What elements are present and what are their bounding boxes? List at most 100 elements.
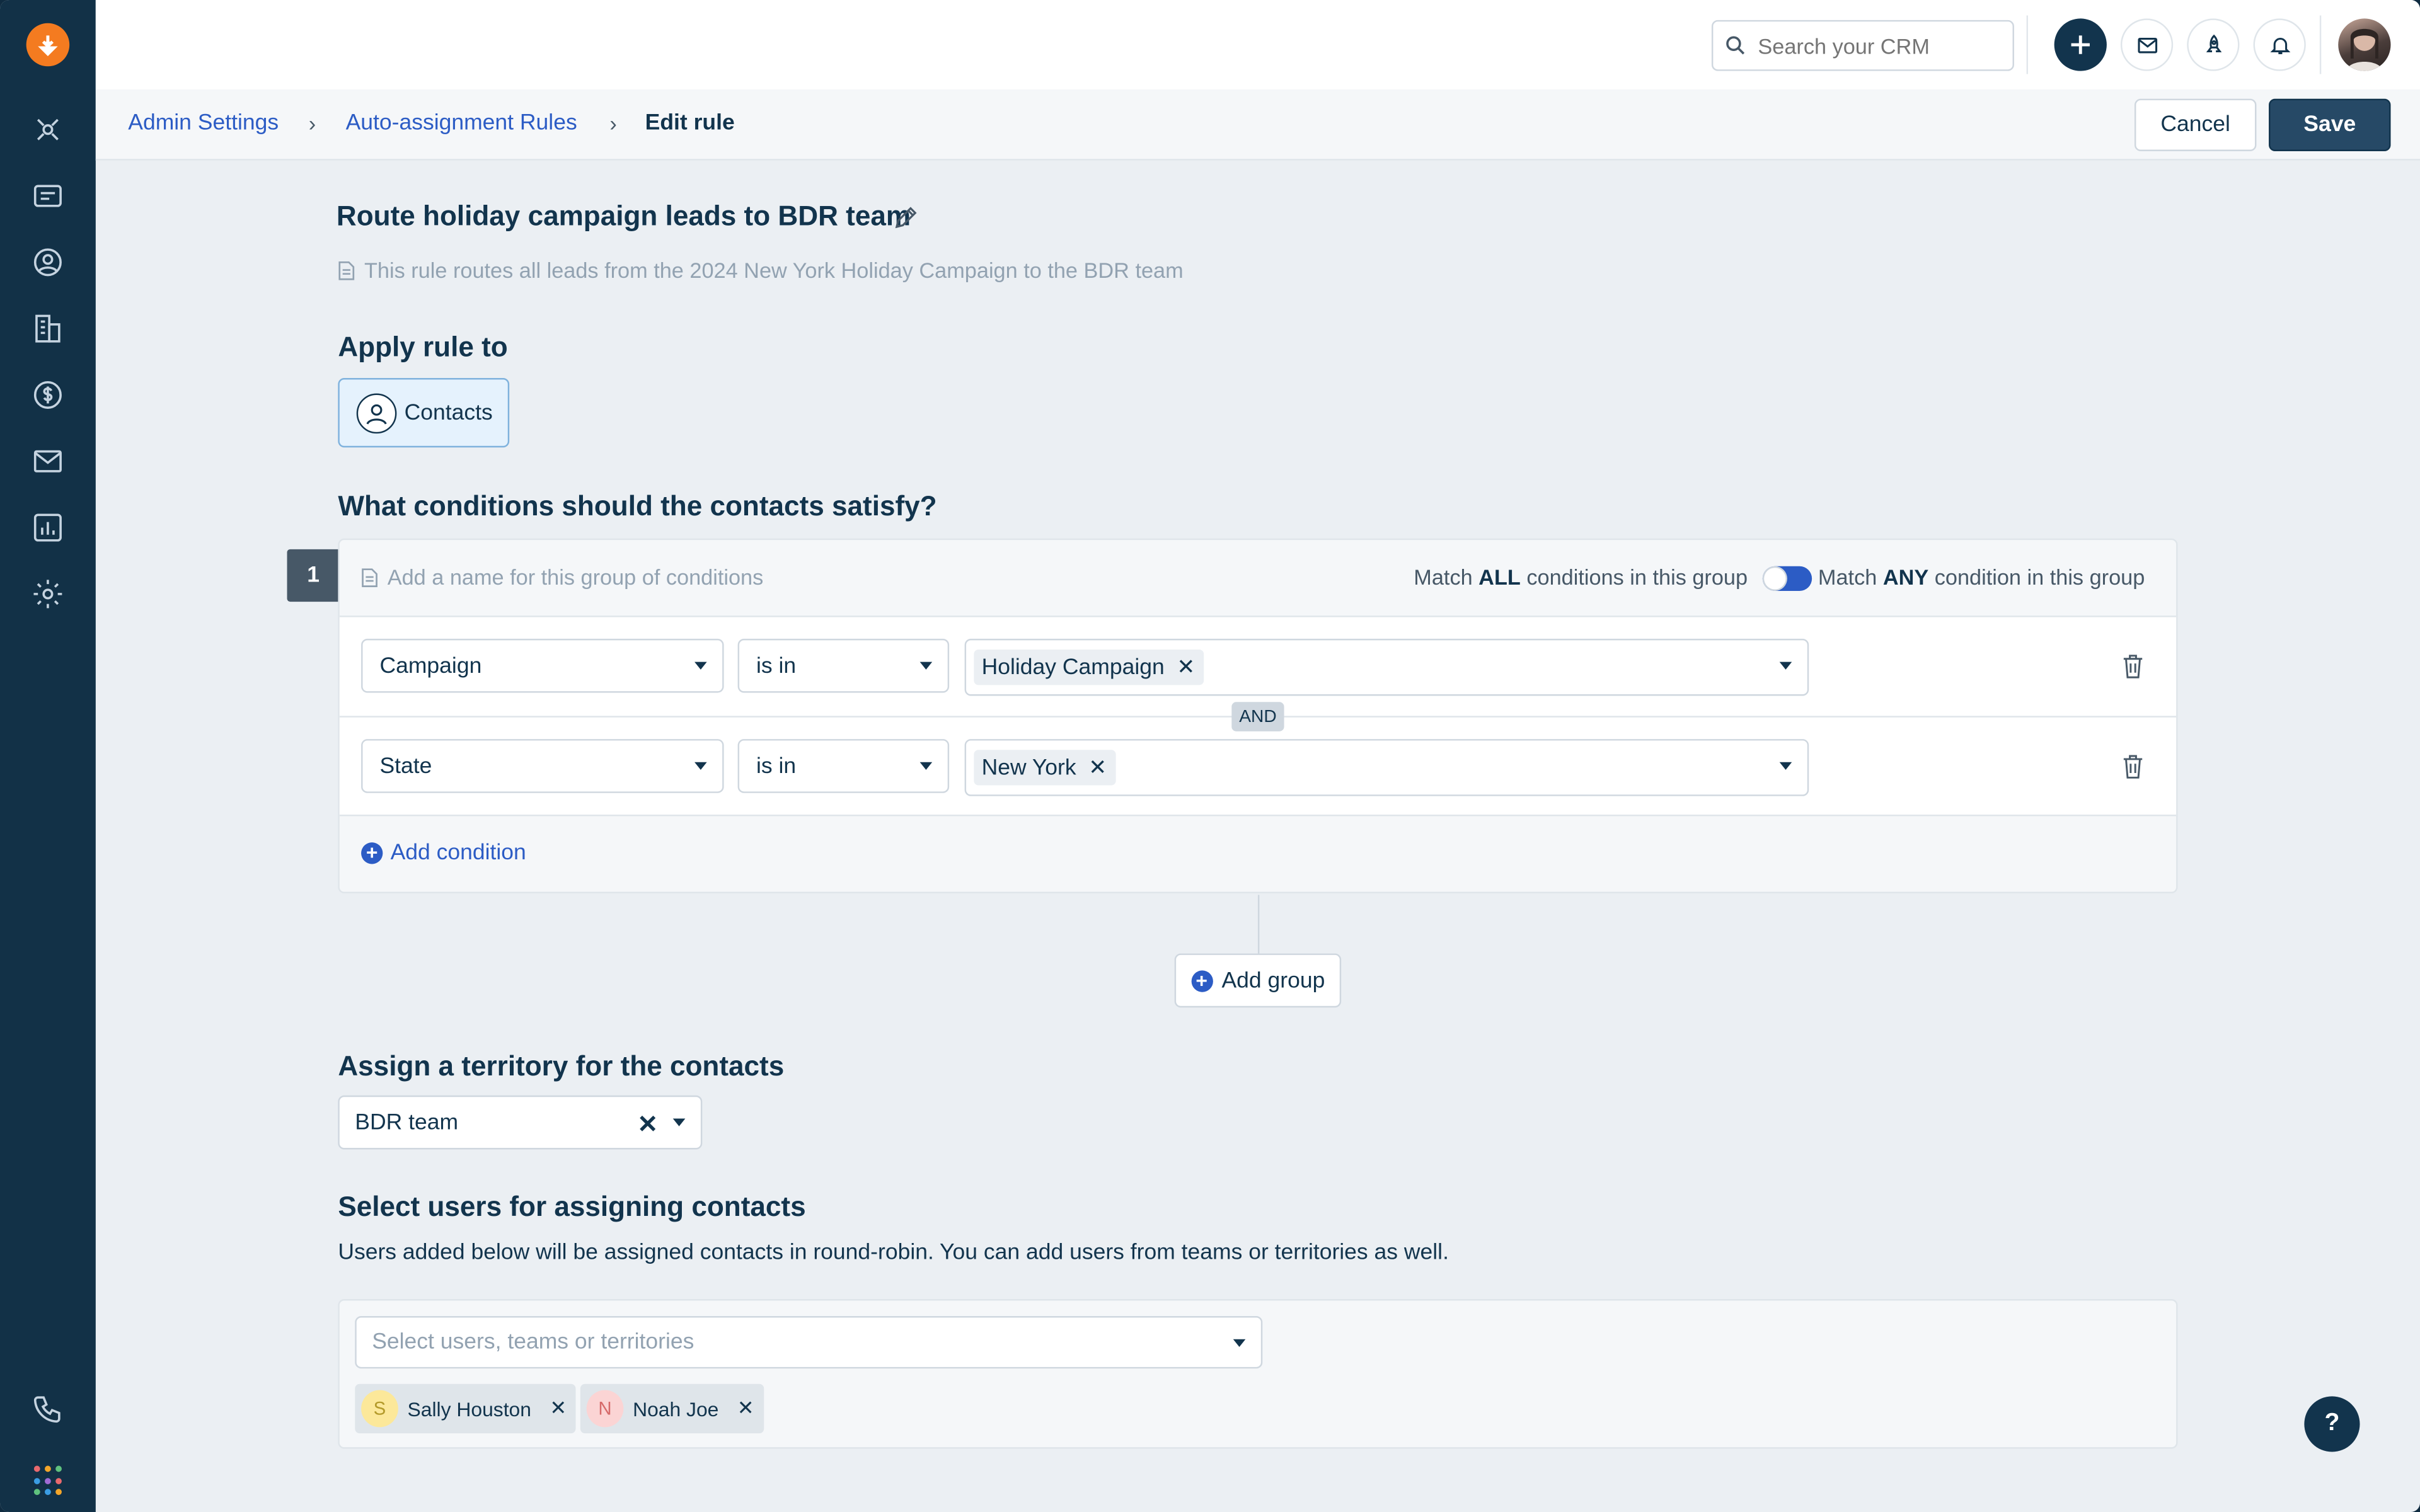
- caret-down-icon: [694, 762, 707, 770]
- field-value: Campaign: [379, 653, 482, 679]
- group-number-badge: 1: [287, 549, 340, 602]
- match-any-prefix: Match: [1818, 564, 1883, 590]
- apps-icon[interactable]: [33, 1465, 65, 1497]
- field-select[interactable]: Campaign: [361, 638, 724, 693]
- group-name-input[interactable]: Add a name for this group of conditions: [361, 564, 764, 590]
- plus-circle-icon: +: [361, 842, 383, 864]
- field-select[interactable]: State: [361, 739, 724, 793]
- reports-icon[interactable]: [30, 509, 67, 546]
- territory-select[interactable]: BDR team ✕: [338, 1095, 703, 1150]
- match-all-suffix: conditions in this group: [1520, 564, 1748, 590]
- clear-icon[interactable]: ✕: [637, 1109, 658, 1140]
- toggle-knob: [1764, 568, 1786, 590]
- contact-icon: [356, 392, 397, 433]
- conditions-heading: What conditions should the contacts sati…: [338, 490, 937, 522]
- phone-icon[interactable]: [30, 1392, 67, 1429]
- pencil-icon[interactable]: [894, 205, 918, 230]
- profile-photo-icon: [2346, 28, 2383, 71]
- remove-tag-icon[interactable]: ✕: [1088, 755, 1107, 781]
- add-group-label: Add group: [1221, 968, 1325, 993]
- user-tag: N Noah Joe ✕: [580, 1383, 764, 1434]
- caret-down-icon: [1233, 1339, 1246, 1347]
- value-tag-label: Holiday Campaign: [981, 655, 1165, 680]
- save-button[interactable]: Save: [2269, 98, 2391, 152]
- deals-icon[interactable]: [30, 377, 67, 414]
- chevron-right-icon: ›: [308, 111, 316, 136]
- users-selection-box: Select users, teams or territories S Sal…: [338, 1299, 2178, 1449]
- trash-icon[interactable]: [2122, 654, 2143, 679]
- sidebar: [0, 0, 96, 1512]
- user-tag: S Sally Houston ✕: [355, 1383, 576, 1434]
- user-tag-name: Noah Joe: [633, 1397, 719, 1421]
- chevron-right-icon: ›: [609, 111, 617, 136]
- operator-select[interactable]: is in: [737, 739, 950, 793]
- operator-select[interactable]: is in: [737, 638, 950, 693]
- accounts-icon[interactable]: [30, 310, 67, 347]
- envelope-icon: [2137, 37, 2157, 53]
- users-select-placeholder: Select users, teams or territories: [372, 1330, 694, 1355]
- user-avatar[interactable]: [2338, 18, 2391, 71]
- match-any-label: Match ANY condition in this group: [1818, 564, 2145, 589]
- match-any-bold: ANY: [1882, 564, 1929, 590]
- search-input[interactable]: [1758, 33, 1990, 58]
- operator-value: is in: [756, 753, 797, 779]
- caret-down-icon: [672, 1118, 686, 1126]
- apply-contacts-option[interactable]: Contacts: [338, 378, 510, 448]
- territory-value: BDR team: [355, 1110, 459, 1135]
- apply-rule-heading: Apply rule to: [338, 331, 508, 363]
- remove-user-icon[interactable]: ✕: [550, 1396, 567, 1421]
- add-group-button[interactable]: + Add group: [1174, 953, 1342, 1008]
- dashboard-icon[interactable]: [30, 111, 67, 148]
- rule-description-text: This rule routes all leads from the 2024…: [364, 257, 1184, 283]
- search-box[interactable]: [1711, 20, 2014, 71]
- users-heading: Select users for assigning contacts: [338, 1191, 806, 1222]
- add-condition-link[interactable]: + Add condition: [361, 841, 526, 866]
- page-header: Admin Settings › Auto-assignment Rules ›…: [95, 89, 2420, 161]
- cancel-button[interactable]: Cancel: [2134, 98, 2257, 152]
- logo-icon[interactable]: [26, 23, 70, 67]
- caret-down-icon: [919, 762, 933, 770]
- caret-down-icon: [1779, 762, 1792, 770]
- condition-row: Campaign is in Holiday Campaign ✕: [339, 616, 2177, 716]
- and-connector-badge: AND: [1231, 702, 1284, 731]
- trash-icon[interactable]: [2122, 755, 2143, 779]
- search-icon: [1726, 36, 1745, 55]
- remove-tag-icon[interactable]: ✕: [1177, 654, 1195, 680]
- help-button[interactable]: ?: [2304, 1396, 2360, 1452]
- user-avatar-initial: N: [586, 1390, 624, 1428]
- notifications-button[interactable]: [2253, 18, 2306, 71]
- app-window: Admin Settings › Auto-assignment Rules ›…: [0, 0, 2420, 1512]
- breadcrumb-auto-assignment-rules[interactable]: Auto-assignment Rules: [346, 111, 577, 135]
- territory-heading: Assign a territory for the contacts: [338, 1050, 785, 1082]
- rocket-button[interactable]: [2187, 18, 2240, 71]
- match-any-suffix: condition in this group: [1928, 564, 2145, 590]
- value-tag-label: New York: [981, 755, 1076, 780]
- quick-add-button[interactable]: [2054, 18, 2107, 71]
- plus-icon: [2071, 35, 2090, 54]
- value-multiselect[interactable]: New York ✕: [964, 739, 1809, 796]
- value-multiselect[interactable]: Holiday Campaign ✕: [964, 638, 1809, 696]
- user-avatar-initial: S: [361, 1390, 398, 1428]
- deals-pipeline-icon[interactable]: [30, 178, 67, 215]
- users-select[interactable]: Select users, teams or territories: [355, 1315, 1263, 1369]
- document-icon: [362, 568, 377, 587]
- match-mode-toggle[interactable]: [1762, 566, 1812, 591]
- email-icon[interactable]: [30, 443, 67, 480]
- email-button[interactable]: [2120, 18, 2174, 71]
- bell-icon: [2269, 37, 2290, 54]
- operator-value: is in: [756, 653, 797, 679]
- users-help-text: Users added below will be assigned conta…: [338, 1240, 1449, 1266]
- group-name-placeholder: Add a name for this group of conditions: [387, 564, 764, 590]
- match-all-bold: ALL: [1478, 564, 1521, 590]
- breadcrumb-current: Edit rule: [645, 111, 735, 136]
- remove-user-icon[interactable]: ✕: [737, 1396, 754, 1421]
- rule-description[interactable]: This rule routes all leads from the 2024…: [338, 257, 1184, 283]
- contacts-icon[interactable]: [30, 244, 67, 281]
- add-condition-label: Add condition: [390, 840, 526, 866]
- divider: [2026, 15, 2028, 74]
- rocket-icon: [2205, 33, 2221, 52]
- connector-line: [1257, 895, 1260, 954]
- settings-icon[interactable]: [30, 575, 67, 612]
- breadcrumb-admin-settings[interactable]: Admin Settings: [128, 111, 279, 135]
- divider: [2319, 15, 2322, 74]
